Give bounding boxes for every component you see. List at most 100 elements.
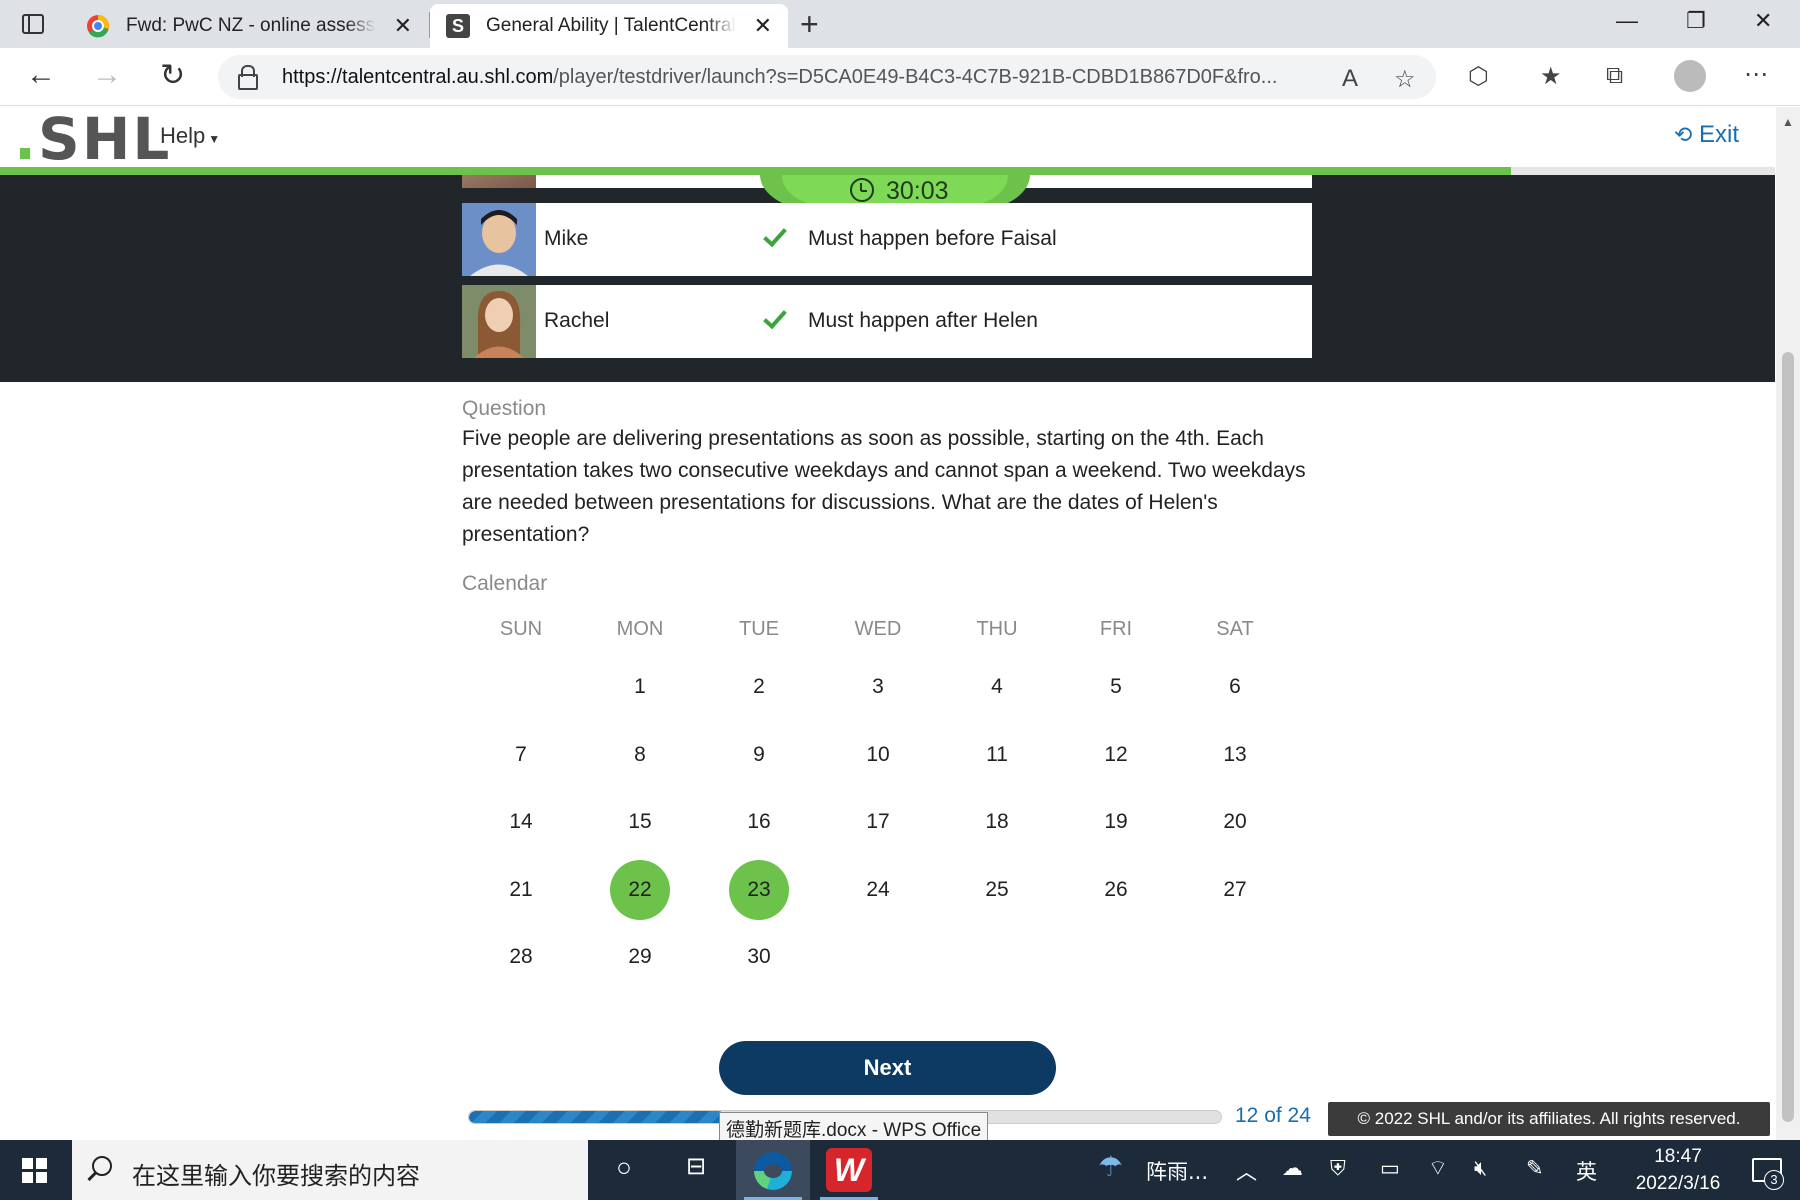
add-favorite-icon[interactable]: ☆ [1394, 65, 1416, 94]
close-tab-icon[interactable]: ✕ [754, 13, 772, 39]
check-icon [763, 304, 787, 330]
page-scrollbar[interactable]: ▲ [1776, 107, 1800, 1140]
calendar-day[interactable]: 1 [610, 657, 670, 717]
calendar-day[interactable]: 12 [1086, 725, 1146, 785]
address-bar[interactable]: https://talentcentral.au.shl.com/player/… [218, 55, 1436, 99]
volume-muted-icon[interactable]: 🔇︎ [1474, 1156, 1487, 1181]
calendar-day[interactable]: 8 [610, 725, 670, 785]
clock-icon [850, 178, 874, 202]
exit-button[interactable]: ⟲ Exit [1674, 121, 1739, 149]
pen-icon[interactable]: ✎ [1526, 1156, 1544, 1180]
calendar-day[interactable]: 15 [610, 792, 670, 852]
taskbar-time[interactable]: 18:47 [1628, 1146, 1728, 1168]
wifi-icon[interactable]: ⌔ [1428, 1156, 1448, 1182]
caret-down-icon: ▼ [208, 132, 221, 146]
person-row: Mike Must happen before Faisal [462, 203, 1312, 276]
person-name: Rachel [544, 309, 610, 332]
taskbar-search-box[interactable]: 在这里输入你要搜索的内容 [72, 1140, 588, 1200]
new-tab-button[interactable]: + [800, 6, 819, 43]
calendar-day-selected[interactable]: 22 [610, 859, 670, 920]
calendar-day[interactable]: 18 [967, 792, 1027, 852]
calendar-day[interactable]: 14 [491, 792, 551, 852]
next-button[interactable]: Next [719, 1041, 1056, 1095]
edge-icon [754, 1152, 792, 1190]
weather-umbrella-icon[interactable]: ☂ [1098, 1150, 1123, 1183]
calendar-day[interactable]: 4 [967, 657, 1027, 717]
taskbar-wps[interactable]: W [812, 1140, 886, 1200]
back-icon[interactable]: ← [26, 58, 56, 92]
calendar-day[interactable]: 21 [491, 860, 551, 920]
security-icon[interactable]: ⛨ [1330, 1156, 1346, 1181]
weekday-header: TUE [739, 618, 779, 640]
browser-tab-shl[interactable]: S General Ability | TalentCentral-Ca ✕ [430, 4, 788, 48]
url-text[interactable]: https://talentcentral.au.shl.com/player/… [282, 66, 1282, 89]
favorites-icon[interactable]: ★ [1540, 62, 1562, 91]
question-label: Question [462, 397, 547, 420]
person-photo [462, 285, 536, 358]
lock-icon[interactable] [238, 65, 258, 90]
calendar-day-selected[interactable]: 23 [729, 859, 789, 920]
ime-indicator[interactable]: 英 [1576, 1156, 1597, 1186]
window-close-icon[interactable]: ✕ [1754, 8, 1772, 34]
calendar-day[interactable]: 20 [1205, 792, 1265, 852]
header-accent-line [0, 167, 1775, 175]
calendar-day[interactable]: 29 [610, 927, 670, 987]
calendar-day[interactable]: 11 [967, 725, 1027, 785]
calendar-day[interactable]: 5 [1086, 657, 1146, 717]
calendar-day[interactable]: 13 [1205, 725, 1265, 785]
calendar-day[interactable]: 7 [491, 725, 551, 785]
weekday-header: MON [616, 618, 664, 640]
restore-icon[interactable]: ❐ [1686, 8, 1706, 34]
read-aloud-icon[interactable]: A [1342, 65, 1358, 93]
windows-start-icon[interactable] [22, 1158, 48, 1184]
taskbar-edge[interactable] [736, 1140, 810, 1200]
scroll-up-icon[interactable]: ▲ [1782, 115, 1794, 129]
calendar-day[interactable]: 2 [729, 657, 789, 717]
exit-icon: ⟲ [1673, 122, 1693, 147]
calendar-day[interactable]: 24 [848, 860, 908, 920]
calendar-day[interactable]: 10 [848, 725, 908, 785]
scrollbar-thumb[interactable] [1782, 352, 1794, 1122]
weekday-header: WED [854, 618, 902, 640]
tab-title: Fwd: PwC NZ - online assessmen [126, 15, 376, 37]
logo-text: SHL [38, 105, 172, 173]
calendar-day[interactable]: 30 [729, 927, 789, 987]
collections-icon[interactable]: ⧉ [1606, 62, 1623, 90]
exit-label: Exit [1698, 121, 1739, 148]
taskbar-date[interactable]: 2022/3/16 [1608, 1173, 1748, 1195]
tab-actions-icon[interactable] [14, 10, 58, 40]
extensions-icon[interactable]: ⬡ [1468, 62, 1489, 91]
task-view-icon[interactable]: ⊟ [676, 1152, 716, 1181]
browser-tab-email[interactable]: Fwd: PwC NZ - online assessmen ✕ [70, 4, 428, 48]
calendar-day[interactable]: 6 [1205, 657, 1265, 717]
calendar-day[interactable]: 28 [491, 927, 551, 987]
close-tab-icon[interactable]: ✕ [394, 13, 412, 39]
url-host: https://talentcentral.au.shl.com [282, 66, 554, 88]
refresh-icon[interactable]: ↻ [160, 58, 185, 93]
people-panel: 30:03 Mike Must happen before Faisal Rac… [0, 175, 1775, 382]
calendar-day[interactable]: 19 [1086, 792, 1146, 852]
cortana-icon[interactable]: ○ [604, 1152, 644, 1183]
progress-fill [469, 1111, 725, 1123]
more-menu-icon[interactable]: ⋯ [1744, 60, 1768, 89]
forward-icon[interactable]: → [92, 58, 122, 92]
notification-count: 3 [1764, 1170, 1784, 1190]
weekday-header: FRI [1099, 618, 1133, 640]
calendar-day[interactable]: 27 [1205, 860, 1265, 920]
minimize-icon[interactable]: — [1616, 8, 1638, 34]
weather-text[interactable]: 阵雨... [1146, 1156, 1208, 1186]
calendar-day[interactable]: 16 [729, 792, 789, 852]
show-hidden-icons-icon[interactable]: ︿ [1236, 1156, 1257, 1186]
check-icon [763, 222, 787, 248]
calendar-day[interactable]: 26 [1086, 860, 1146, 920]
help-menu[interactable]: Help ▼ [160, 123, 220, 149]
browser-toolbar: ← → ↻ https://talentcentral.au.shl.com/p… [0, 48, 1800, 106]
profile-avatar-icon[interactable] [1674, 60, 1706, 92]
onedrive-icon[interactable]: ☁ [1282, 1156, 1303, 1180]
battery-icon[interactable]: ▭ [1380, 1156, 1400, 1180]
calendar-day[interactable]: 25 [967, 860, 1027, 920]
calendar-day[interactable]: 17 [848, 792, 908, 852]
calendar-day[interactable]: 9 [729, 725, 789, 785]
calendar-day[interactable]: 3 [848, 657, 908, 717]
taskbar-search-placeholder: 在这里输入你要搜索的内容 [132, 1162, 420, 1190]
